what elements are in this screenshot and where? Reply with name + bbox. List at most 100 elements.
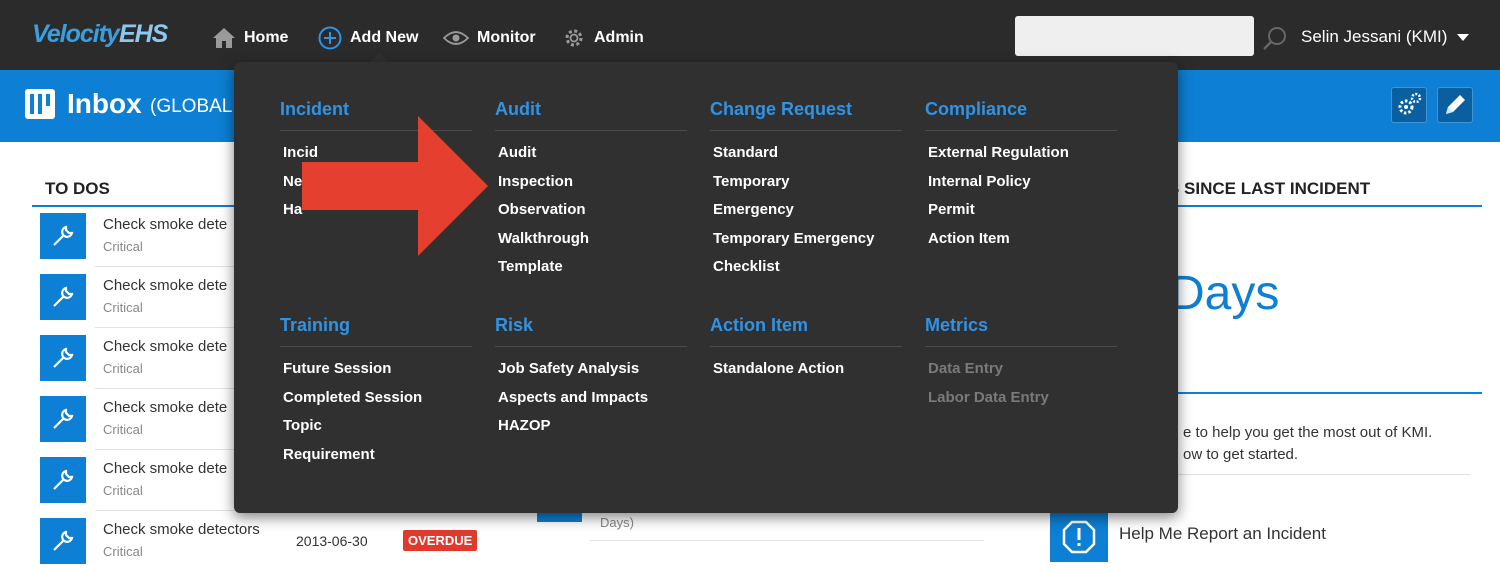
- todo-title: Check smoke dete: [103, 277, 228, 294]
- menu-item-inspection[interactable]: Inspection: [495, 172, 687, 201]
- todo-due-date: 2013-06-30: [296, 533, 368, 549]
- todo-priority: Critical: [103, 422, 143, 437]
- nav-home[interactable]: Home: [212, 24, 288, 52]
- menu-item-hazop[interactable]: HAZOP: [495, 416, 687, 445]
- chevron-down-icon: [1457, 33, 1470, 41]
- top-navigation-bar: VelocityEHS Home Add New Monitor Admin S…: [0, 0, 1500, 70]
- settings-button[interactable]: [1391, 87, 1427, 123]
- menu-item-standard[interactable]: Standard: [710, 143, 902, 172]
- todo-priority: Critical: [103, 544, 143, 559]
- todo-title: Check smoke dete: [103, 216, 228, 233]
- menu-section-audit: Audit Audit Inspection Observation Walkt…: [495, 99, 687, 286]
- todo-title: Check smoke detectors: [103, 521, 260, 538]
- menu-item-completed-session[interactable]: Completed Session: [280, 388, 472, 417]
- menu-heading-compliance[interactable]: Compliance: [925, 99, 1117, 131]
- menu-section-action-item: Action Item Standalone Action: [710, 315, 902, 388]
- nav-admin[interactable]: Admin: [562, 24, 644, 52]
- nav-monitor[interactable]: Monitor: [443, 24, 536, 52]
- nav-add-new-label: Add New: [350, 29, 419, 46]
- divider: [95, 266, 245, 267]
- edit-button[interactable]: [1437, 87, 1473, 123]
- nav-admin-label: Admin: [594, 29, 644, 46]
- eye-icon: [443, 31, 469, 45]
- menu-item-external-regulation[interactable]: External Regulation: [925, 143, 1117, 172]
- menu-item-data-entry: Data Entry: [928, 360, 1004, 377]
- wrench-icon: [40, 213, 86, 259]
- menu-item-audit[interactable]: Audit: [495, 143, 687, 172]
- todo-title: Check smoke dete: [103, 399, 228, 416]
- annotation-arrow-icon: [302, 116, 488, 256]
- nav-monitor-label: Monitor: [477, 29, 536, 46]
- gear-icon: [565, 29, 583, 47]
- menu-item-labor-data-entry: Labor Data Entry: [928, 388, 1049, 406]
- menu-item-requirement[interactable]: Requirement: [280, 445, 472, 474]
- divider: [95, 510, 245, 511]
- todo-item[interactable]: Check smoke detectors Critical 2013-06-3…: [40, 514, 940, 569]
- alert-icon[interactable]: [1050, 512, 1108, 562]
- gears-icon: [1398, 92, 1422, 115]
- menu-item-temporary-emergency[interactable]: Temporary Emergency: [710, 229, 902, 258]
- user-menu[interactable]: Selin Jessani (KMI): [1301, 27, 1470, 47]
- todos-title: TO DOS: [45, 179, 110, 198]
- menu-section-training: Training Future Session Completed Sessio…: [280, 315, 472, 473]
- divider: [95, 449, 245, 450]
- wrench-icon: [40, 518, 86, 564]
- search-icon[interactable]: [1262, 25, 1288, 51]
- menu-heading-change-request[interactable]: Change Request: [710, 99, 902, 131]
- todo-priority: Critical: [103, 361, 143, 376]
- todo-title: Check smoke dete: [103, 338, 228, 355]
- help-text: e to help you get the most out of KMI. o…: [1183, 422, 1432, 466]
- menu-section-metrics: Metrics Data Entry Labor Data Entry: [925, 315, 1117, 416]
- plus-circle-icon: [318, 26, 342, 50]
- todos-divider: [32, 205, 242, 207]
- wrench-icon: [40, 457, 86, 503]
- inbox-icon: [25, 89, 55, 119]
- menu-item-temporary[interactable]: Temporary: [710, 172, 902, 201]
- user-name: Selin Jessani (KMI): [1301, 27, 1448, 46]
- nav-home-label: Home: [244, 29, 289, 46]
- menu-item-walkthrough[interactable]: Walkthrough: [495, 229, 687, 258]
- days-since-last-incident-title: S SINCE LAST INCIDENT: [1168, 179, 1371, 198]
- menu-section-change-request: Change Request Standard Temporary Emerge…: [710, 99, 902, 286]
- wrench-icon: [40, 274, 86, 320]
- menu-item-aspects-and-impacts[interactable]: Aspects and Impacts: [495, 388, 687, 417]
- todo-priority: Critical: [103, 300, 143, 315]
- menu-item-internal-policy[interactable]: Internal Policy: [925, 172, 1117, 201]
- nav-add-new[interactable]: Add New: [318, 24, 418, 52]
- menu-heading-action-item[interactable]: Action Item: [710, 315, 902, 347]
- menu-section-risk: Risk Job Safety Analysis Aspects and Imp…: [495, 315, 687, 445]
- divider: [95, 388, 245, 389]
- menu-section-compliance: Compliance External Regulation Internal …: [925, 99, 1117, 257]
- menu-item-topic[interactable]: Topic: [280, 416, 472, 445]
- menu-item-standalone-action[interactable]: Standalone Action: [710, 359, 902, 388]
- todo-priority: Critical: [103, 239, 143, 254]
- velocity-ehs-logo[interactable]: VelocityEHS: [32, 20, 168, 49]
- menu-item-template[interactable]: Template: [495, 257, 687, 286]
- menu-heading-risk[interactable]: Risk: [495, 315, 687, 347]
- todo-title: Check smoke dete: [103, 460, 228, 477]
- menu-item-permit[interactable]: Permit: [925, 200, 1117, 229]
- help-report-incident-link[interactable]: Help Me Report an Incident: [1119, 524, 1326, 544]
- wrench-icon: [40, 396, 86, 442]
- logo-text: Velocity: [32, 20, 120, 48]
- menu-heading-metrics[interactable]: Metrics: [925, 315, 1117, 347]
- pencil-icon: [1446, 95, 1465, 114]
- overdue-badge: OVERDUE: [403, 530, 478, 551]
- menu-item-job-safety-analysis[interactable]: Job Safety Analysis: [495, 359, 687, 388]
- wrench-icon: [40, 335, 86, 381]
- menu-item-checklist[interactable]: Checklist: [710, 257, 902, 286]
- menu-item-future-session[interactable]: Future Session: [280, 359, 472, 388]
- menu-item-emergency[interactable]: Emergency: [710, 200, 902, 229]
- home-icon: [213, 28, 235, 48]
- divider: [95, 327, 245, 328]
- menu-item-observation[interactable]: Observation: [495, 200, 687, 229]
- help-text-line: e to help you get the most out of KMI.: [1183, 424, 1433, 441]
- menu-heading-audit[interactable]: Audit: [495, 99, 687, 131]
- days-counter: Days: [1170, 267, 1280, 320]
- search-input[interactable]: [1015, 16, 1254, 56]
- divider: [590, 540, 984, 541]
- logo-ehs-text: EHS: [118, 20, 168, 48]
- page-title: Inbox: [67, 88, 142, 119]
- menu-item-action-item[interactable]: Action Item: [925, 229, 1117, 258]
- menu-heading-training[interactable]: Training: [280, 315, 472, 347]
